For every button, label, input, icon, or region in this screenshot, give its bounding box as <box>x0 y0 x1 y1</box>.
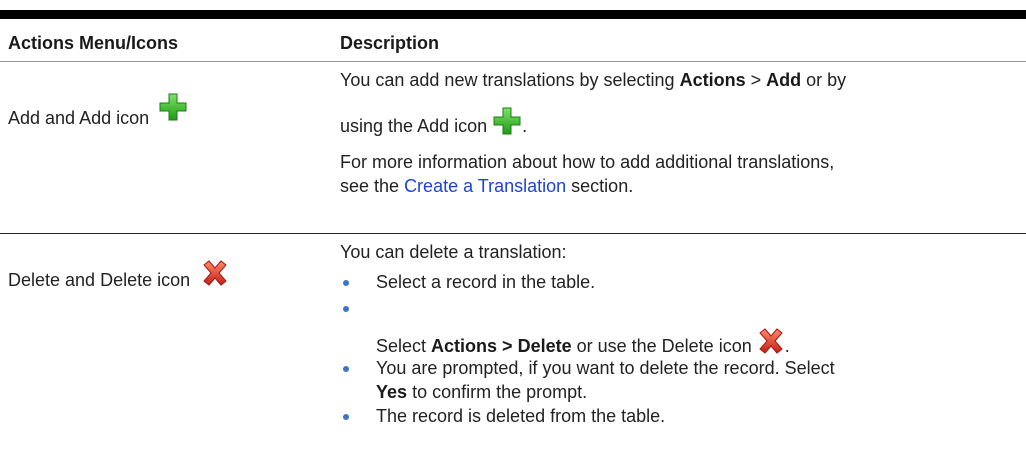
create-translation-link[interactable]: Create a Translation <box>404 176 566 196</box>
delete-label: Delete and Delete icon <box>8 270 191 290</box>
delete-intro: You can delete a translation: <box>340 242 567 262</box>
add-icon-inline <box>492 106 522 142</box>
cell-add-description: You can add new translations by selectin… <box>340 68 1020 198</box>
cell-add-label: Add and Add icon <box>8 92 188 129</box>
bullet-dot <box>343 280 349 286</box>
add-para-2: using the Add icon . <box>340 98 1020 146</box>
bullet-dot <box>343 306 349 312</box>
add-label: Add and Add icon <box>8 108 150 128</box>
cell-delete-label: Delete and Delete icon <box>8 260 229 291</box>
add-para-3: For more information about how to add ad… <box>340 152 835 196</box>
list-item: You are prompted, if you want to delete … <box>340 356 1020 404</box>
delete-icon <box>201 260 229 291</box>
table-header: Actions Menu/Icons Description <box>0 19 1026 62</box>
table-top-rule <box>0 10 1026 19</box>
header-actions: Actions Menu/Icons <box>8 33 179 53</box>
actions-table: Actions Menu/Icons Description Add and A… <box>0 19 1026 449</box>
list-item: The record is deleted from the table. <box>340 404 1020 430</box>
table-row-add: Add and Add icon You can add new transla… <box>0 62 1026 234</box>
list-item: Select Actions > Delete or use the Delet… <box>340 300 1020 356</box>
list-item: Select a record in the table. <box>340 270 1020 300</box>
bullet-dot <box>343 366 349 372</box>
table-row-delete: Delete and Delete icon You can delete a … <box>0 234 1026 449</box>
header-description: Description <box>340 33 440 53</box>
bullet-dot <box>343 414 349 420</box>
add-para-1: You can add new translations by selectin… <box>340 70 847 90</box>
cell-delete-description: You can delete a translation: Select a r… <box>340 240 1020 430</box>
delete-steps-list: Select a record in the table. Select Act… <box>340 270 1020 430</box>
add-icon <box>158 92 188 127</box>
